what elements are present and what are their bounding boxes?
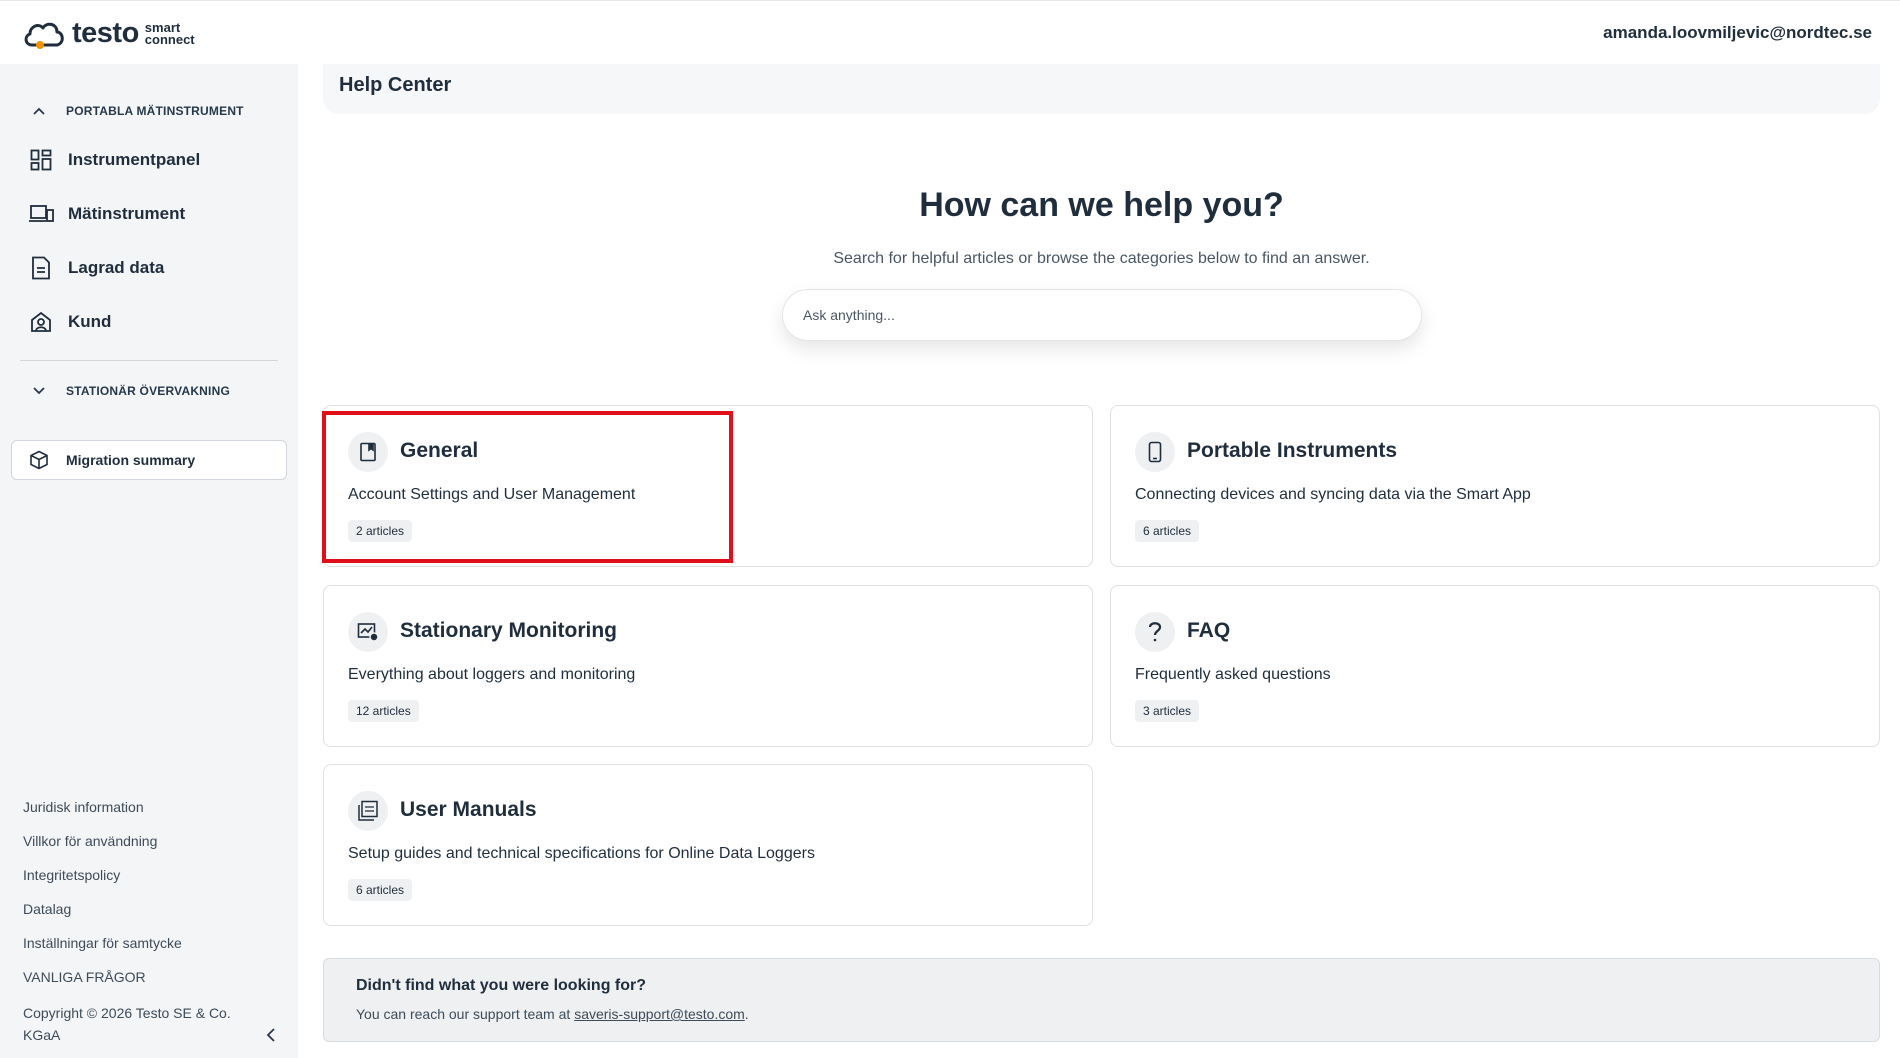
category-title: User Manuals	[400, 798, 537, 821]
category-description: Everything about loggers and monitoring	[348, 666, 636, 683]
section-portable-toggle[interactable]: PORTABLA MÄTINSTRUMENT	[30, 102, 244, 120]
monitoring-icon	[348, 612, 388, 652]
category-card-general[interactable]: General Account Settings and User Manage…	[323, 405, 1093, 567]
sidebar-item-lagrad-data[interactable]: Lagrad data	[28, 248, 278, 288]
search-box[interactable]	[782, 289, 1422, 341]
article-count-badge: 6 articles	[1135, 520, 1200, 542]
testo-logo[interactable]: testo smart connect	[22, 17, 195, 50]
logo-subtitle: smart connect	[144, 19, 195, 47]
article-count-badge: 6 articles	[348, 879, 413, 901]
page-title: Help Center	[339, 74, 452, 96]
pdf-icon	[348, 791, 388, 831]
sidebar-item-kund[interactable]: Kund	[28, 302, 278, 342]
page-header: Help Center	[323, 64, 1880, 114]
sidebar-item-instrumentpanel[interactable]: Instrumentpanel	[28, 140, 278, 180]
support-text: You can reach our support team at saveri…	[356, 1006, 749, 1022]
category-description: Frequently asked questions	[1135, 666, 1331, 683]
question-icon	[1135, 612, 1175, 652]
category-title: Stationary Monitoring	[400, 619, 617, 642]
support-title: Didn't find what you were looking for?	[356, 977, 647, 994]
support-box: Didn't find what you were looking for? Y…	[323, 958, 1880, 1042]
migration-summary-button[interactable]: Migration summary	[11, 440, 287, 480]
footer-link-consent[interactable]: Inställningar för samtycke	[23, 934, 273, 968]
category-card-stationary-monitoring[interactable]: Stationary Monitoring Everything about l…	[323, 585, 1093, 747]
chevron-down-icon	[30, 382, 48, 400]
customer-icon	[28, 309, 54, 335]
dashboard-grid-icon	[28, 147, 54, 173]
category-description: Connecting devices and syncing data via …	[1135, 486, 1531, 503]
sidebar-item-label: Lagrad data	[68, 258, 165, 277]
devices-icon	[28, 201, 54, 227]
top-bar: testo smart connect amanda.loovmiljevic@…	[0, 0, 1900, 64]
support-email-link[interactable]: saveris-support@testo.com	[574, 1006, 745, 1022]
book-icon	[348, 432, 388, 472]
sidebar-item-label: Mätinstrument	[68, 204, 186, 223]
package-icon	[28, 449, 50, 471]
category-description: Account Settings and User Management	[348, 486, 636, 503]
category-title: FAQ	[1187, 619, 1231, 642]
category-title: Portable Instruments	[1187, 439, 1398, 462]
user-email[interactable]: amanda.loovmiljevic@nordtec.se	[1603, 23, 1872, 43]
footer-link-datalag[interactable]: Datalag	[23, 900, 273, 934]
footer-link-legal[interactable]: Juridisk information	[23, 798, 273, 832]
chevron-up-icon	[30, 102, 48, 120]
phone-icon	[1135, 432, 1175, 472]
search-input[interactable]	[803, 307, 1401, 323]
hero-subtitle: Search for helpful articles or browse th…	[833, 250, 1370, 267]
logo-wordmark: testo	[72, 17, 139, 49]
category-card-portable-instruments[interactable]: Portable Instruments Connecting devices …	[1110, 405, 1880, 567]
sidebar-item-label: Instrumentpanel	[68, 150, 201, 169]
sidebar: PORTABLA MÄTINSTRUMENT Instrumentpanel M…	[0, 64, 298, 1058]
footer-links: Juridisk information Villkor för användn…	[23, 798, 273, 1046]
migration-summary-label: Migration summary	[66, 452, 196, 468]
category-description: Setup guides and technical specification…	[348, 845, 815, 862]
article-count-badge: 3 articles	[1135, 700, 1200, 722]
copyright-text: Copyright © 2026 Testo SE & Co. KGaA	[23, 1005, 231, 1043]
sidebar-item-matinstrument[interactable]: Mätinstrument	[28, 194, 278, 234]
footer-link-faq[interactable]: VANLIGA FRÅGOR	[23, 968, 273, 1002]
document-icon	[28, 255, 54, 281]
category-card-user-manuals[interactable]: User Manuals Setup guides and technical …	[323, 764, 1093, 926]
article-count-badge: 2 articles	[348, 520, 413, 542]
sidebar-divider	[20, 360, 278, 361]
cloud-logo-icon	[24, 22, 64, 49]
footer-link-terms[interactable]: Villkor för användning	[23, 832, 273, 866]
article-count-badge: 12 articles	[348, 700, 419, 722]
collapse-sidebar-button[interactable]	[258, 1024, 284, 1050]
sidebar-item-label: Kund	[68, 312, 112, 331]
section-stationary-label: STATIONÄR ÖVERVAKNING	[66, 384, 230, 398]
hero-title: How can we help you?	[919, 186, 1284, 224]
footer-link-privacy[interactable]: Integritetspolicy	[23, 866, 273, 900]
section-stationary-toggle[interactable]: STATIONÄR ÖVERVAKNING	[30, 382, 230, 400]
chevron-left-icon	[265, 1027, 277, 1047]
category-card-faq[interactable]: FAQ Frequently asked questions 3 article…	[1110, 585, 1880, 747]
category-title: General	[400, 439, 479, 462]
section-portable-label: PORTABLA MÄTINSTRUMENT	[66, 104, 244, 118]
